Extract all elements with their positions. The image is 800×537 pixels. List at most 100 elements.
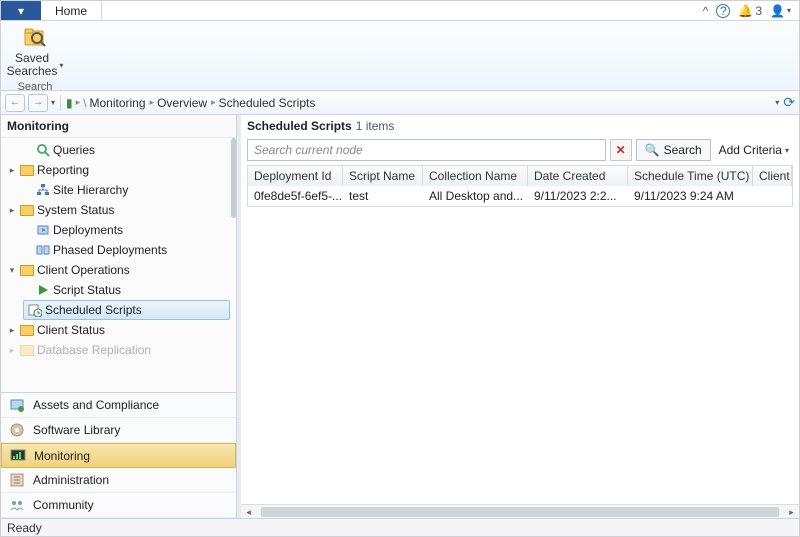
notification-count: 3: [755, 4, 762, 18]
deploy-icon: [36, 223, 50, 237]
folder-icon: [20, 343, 34, 357]
tree-item-client-status[interactable]: ▸ Client Status: [1, 320, 236, 340]
tree-item-label: Database Replication: [37, 343, 151, 357]
expander-icon[interactable]: ▸: [7, 345, 17, 356]
saved-searches-button[interactable]: Saved Searches ▾: [7, 52, 64, 78]
help-icon[interactable]: ?: [716, 4, 730, 18]
table-cell: All Desktop and...: [423, 186, 528, 206]
results-table: Deployment IdScript NameCollection NameD…: [247, 165, 793, 207]
tree-item-database-replication[interactable]: ▸ Database Replication: [1, 340, 236, 360]
scroll-right-arrow[interactable]: ▸: [784, 505, 799, 519]
forward-button[interactable]: →: [28, 94, 48, 112]
scrollbar-thumb[interactable]: [231, 138, 236, 218]
table-cell: 0fe8de5f-6ef5-...: [248, 186, 343, 206]
wunderbar-community[interactable]: Community: [1, 493, 236, 518]
horizontal-scrollbar[interactable]: ◂ ▸: [241, 504, 799, 518]
hier-icon: [36, 183, 50, 197]
tree-item-label: Deployments: [53, 223, 123, 237]
tree-item-script-status[interactable]: Script Status: [1, 280, 236, 300]
table-row[interactable]: 0fe8de5f-6ef5-...testAll Desktop and...9…: [248, 186, 792, 206]
assets-icon: [9, 397, 25, 413]
tree-item-deployments[interactable]: Deployments: [1, 220, 236, 240]
list-count: 1 items: [356, 119, 395, 133]
user-menu[interactable]: 👤▾: [770, 4, 791, 18]
wunderbar-monitoring[interactable]: Monitoring: [1, 443, 236, 468]
folder-icon: [20, 163, 34, 177]
expander-icon[interactable]: ▸: [7, 165, 17, 176]
breadcrumb-dropdown[interactable]: ▾: [775, 98, 779, 107]
navigation-pane: Monitoring Queries ▸ Reporting Site Hierarc…: [1, 115, 237, 518]
scrollbar-thumb[interactable]: [261, 507, 779, 517]
tree-item-label: Reporting: [37, 163, 89, 177]
community-icon: [9, 497, 25, 513]
tree-item-queries[interactable]: Queries: [1, 140, 236, 160]
status-text: Ready: [7, 521, 42, 535]
search-button-label: Search: [664, 143, 702, 157]
saved-searches-icon: [22, 25, 48, 51]
title-bar: ▾ Home ^ ? 🔔 3 👤▾: [1, 1, 799, 21]
wunderbar-software-library[interactable]: Software Library: [1, 418, 236, 443]
column-header[interactable]: Deployment Id: [248, 166, 343, 186]
tree-item-label: Client Status: [37, 323, 105, 337]
table-header-row: Deployment IdScript NameCollection NameD…: [248, 166, 792, 186]
table-cell: [753, 186, 792, 206]
table-cell: 9/11/2023 2:2...: [528, 186, 628, 206]
tree-view[interactable]: Queries ▸ Reporting Site Hierarchy ▸System S…: [1, 138, 236, 392]
add-criteria-button[interactable]: Add Criteria ▾: [715, 139, 793, 161]
expander-icon[interactable]: ▸: [7, 325, 17, 336]
back-button[interactable]: ←: [5, 94, 25, 112]
lens-icon: [36, 143, 50, 157]
expander-icon[interactable]: ▸: [7, 205, 17, 216]
column-header[interactable]: Collection Name: [423, 166, 528, 186]
list-title: Scheduled Scripts: [247, 119, 352, 133]
tree-item-client-operations[interactable]: ▾ Client Operations: [1, 260, 236, 280]
user-icon: 👤: [770, 4, 785, 18]
content-pane: Scheduled Scripts 1 items Search current…: [237, 115, 799, 518]
wunderbar-label: Administration: [33, 473, 109, 487]
system-menu-button[interactable]: ▾: [1, 1, 41, 20]
tree-item-scheduled-scripts[interactable]: Scheduled Scripts: [23, 300, 230, 320]
tree-item-label: Phased Deployments: [53, 243, 167, 257]
scroll-left-arrow[interactable]: ◂: [241, 505, 256, 519]
wunderbar-label: Community: [33, 498, 94, 512]
column-header[interactable]: Date Created: [528, 166, 628, 186]
wunderbar-label: Monitoring: [34, 449, 90, 463]
play-icon: [36, 283, 50, 297]
library-icon: [9, 422, 25, 438]
clear-search-button[interactable]: ✕: [610, 139, 632, 161]
search-button[interactable]: 🔍 Search: [636, 139, 711, 161]
tab-home[interactable]: Home: [41, 1, 102, 20]
tree-item-label: Client Operations: [37, 263, 130, 277]
search-input[interactable]: Search current node: [247, 139, 606, 161]
refresh-button[interactable]: ⟳: [783, 94, 795, 111]
caret-down-icon: ▾: [785, 146, 789, 155]
column-header[interactable]: Schedule Time (UTC): [628, 166, 753, 186]
table-cell: test: [343, 186, 423, 206]
chevron-right-icon: ▸: [76, 97, 81, 108]
tree-item-phased-deployments[interactable]: Phased Deployments: [1, 240, 236, 260]
tree-item-label: Site Hierarchy: [53, 183, 128, 197]
history-dropdown[interactable]: ▾: [51, 98, 55, 107]
column-header[interactable]: Client Operation ID: [753, 166, 792, 186]
expander-icon[interactable]: ▾: [7, 265, 17, 276]
breadcrumb-item[interactable]: Overview▸: [157, 96, 216, 110]
tree-item-reporting[interactable]: ▸ Reporting: [1, 160, 236, 180]
tree-item-system-status[interactable]: ▸System Status: [1, 200, 236, 220]
caret-up-icon[interactable]: ^: [703, 4, 709, 18]
tree-item-label: Queries: [53, 143, 95, 157]
caret-down-icon: ▾: [59, 61, 63, 70]
status-bar: Ready: [1, 518, 799, 536]
column-header[interactable]: Script Name: [343, 166, 423, 186]
pane-title: Monitoring: [1, 115, 236, 138]
notifications-button[interactable]: 🔔 3: [738, 4, 762, 18]
tree-item-site-hierarchy[interactable]: Site Hierarchy: [1, 180, 236, 200]
breadcrumb-item[interactable]: Monitoring▸: [90, 96, 155, 110]
saved-searches-label: Saved Searches: [7, 52, 58, 78]
wunderbar-administration[interactable]: Administration: [1, 468, 236, 493]
breadcrumb-item[interactable]: Scheduled Scripts: [219, 96, 316, 110]
wunderbar-assets-and-compliance[interactable]: Assets and Compliance: [1, 393, 236, 418]
ribbon: Saved Searches ▾ Search: [1, 21, 799, 91]
breadcrumb-root-icon[interactable]: ▮: [66, 96, 73, 110]
caret-down-icon: ▾: [18, 4, 24, 18]
breadcrumb-bar: ← → ▾ ▮ ▸ \ Monitoring▸ Overview▸ Schedu…: [1, 91, 799, 115]
